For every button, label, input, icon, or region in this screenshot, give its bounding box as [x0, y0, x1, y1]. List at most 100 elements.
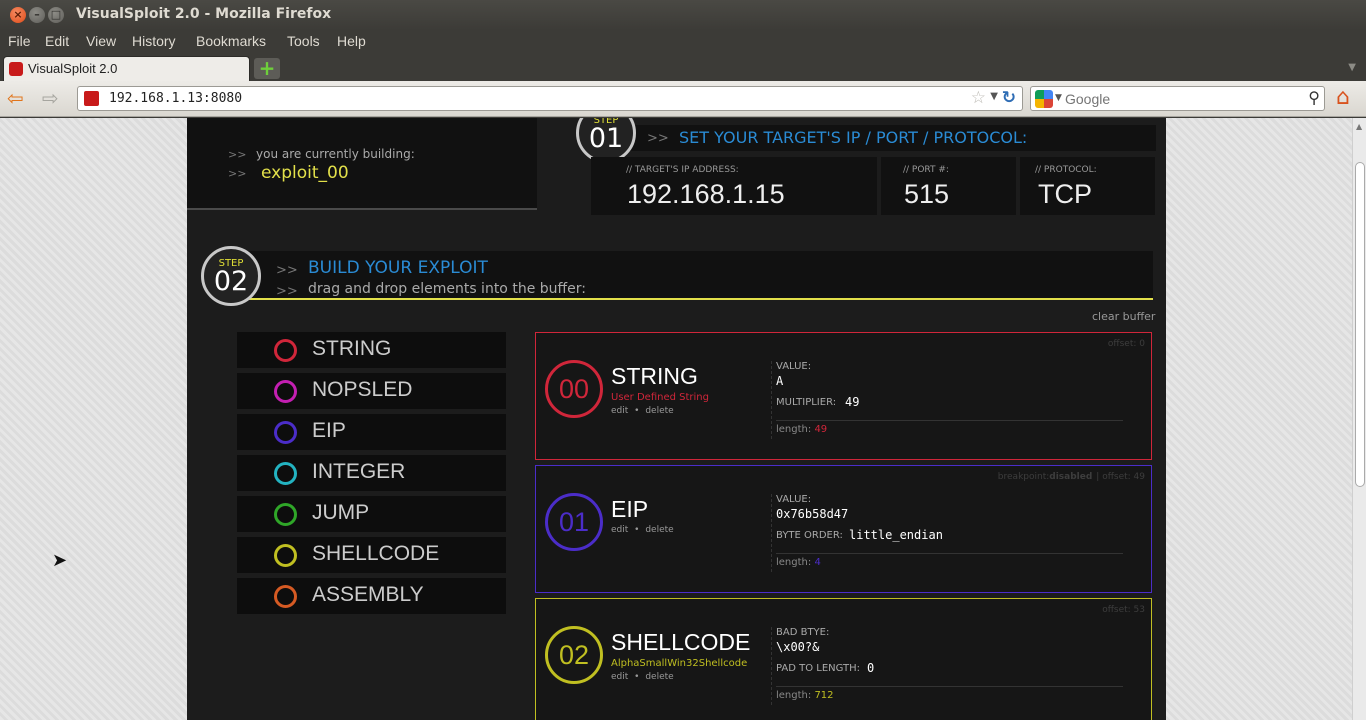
- card-actions: edit • delete: [611, 525, 674, 535]
- target-ip-box[interactable]: // TARGET'S IP ADDRESS: 192.168.1.15: [591, 157, 877, 215]
- step-number: 01: [588, 123, 624, 154]
- string-ring-icon: [274, 339, 297, 362]
- palette-label: ASSEMBLY: [312, 583, 424, 606]
- back-arrow-icon[interactable]: ⇦: [7, 88, 24, 108]
- new-tab-button[interactable]: +: [254, 58, 280, 79]
- page-scrollbar[interactable]: ▲: [1352, 118, 1366, 720]
- palette-label: EIP: [312, 419, 346, 442]
- step1-header: >> SET YOUR TARGET'S IP / PORT / PROTOCO…: [627, 125, 1156, 151]
- chevron-icon: >>: [276, 263, 298, 278]
- engine-dropdown-icon[interactable]: ▼: [1055, 93, 1062, 103]
- bookmark-star-icon[interactable]: ☆: [971, 88, 986, 108]
- card-offset: offset: 53: [1102, 605, 1145, 615]
- search-icon[interactable]: ⚲: [1308, 88, 1320, 107]
- palette-assembly[interactable]: ASSEMBLY: [237, 578, 506, 614]
- length-label: length: 712: [776, 690, 834, 701]
- forward-arrow-icon[interactable]: ⇨: [42, 88, 59, 108]
- edit-link[interactable]: edit: [611, 525, 628, 535]
- palette-eip[interactable]: EIP: [237, 414, 506, 450]
- card-name: SHELLCODE: [611, 629, 751, 655]
- integer-ring-icon: [274, 462, 297, 485]
- google-engine-icon[interactable]: [1035, 90, 1053, 108]
- home-icon[interactable]: ⌂: [1336, 86, 1350, 110]
- card-offset-row: breakpoint:disabled | offset: 49: [998, 472, 1145, 482]
- delete-link[interactable]: delete: [645, 672, 673, 682]
- edit-link[interactable]: edit: [611, 406, 628, 416]
- ip-label: // TARGET'S IP ADDRESS:: [626, 165, 739, 175]
- port-value[interactable]: 515: [904, 179, 949, 210]
- building-label: you are currently building:: [256, 147, 415, 161]
- menu-view[interactable]: View: [86, 33, 116, 49]
- palette-nopsled[interactable]: NOPSLED: [237, 373, 506, 409]
- close-window-button[interactable]: ×: [10, 7, 26, 23]
- card-name: EIP: [611, 496, 649, 522]
- exploit-name[interactable]: exploit_00: [261, 163, 349, 183]
- menu-file[interactable]: File: [8, 33, 31, 49]
- bad-byte-field[interactable]: \x00?&: [776, 640, 819, 654]
- ip-value[interactable]: 192.168.1.15: [627, 179, 785, 210]
- separator: •: [634, 525, 640, 535]
- protocol-value[interactable]: TCP: [1038, 179, 1092, 210]
- menu-edit[interactable]: Edit: [45, 33, 69, 49]
- multiplier-field[interactable]: 49: [845, 395, 859, 409]
- menu-history[interactable]: History: [132, 33, 176, 49]
- length-value: 712: [814, 690, 834, 701]
- field-divider: [776, 553, 1123, 554]
- step2-badge: STEP 02: [201, 246, 261, 306]
- reload-icon[interactable]: ↻: [1002, 88, 1016, 108]
- length-value: 4: [814, 557, 821, 568]
- tab-list-dropdown-icon[interactable]: ▼: [1348, 62, 1356, 73]
- palette-label: SHELLCODE: [312, 542, 440, 565]
- length-label: length: 4: [776, 557, 821, 568]
- menu-help[interactable]: Help: [337, 33, 366, 49]
- palette-label: NOPSLED: [312, 378, 413, 401]
- scroll-thumb[interactable]: [1355, 162, 1365, 487]
- buffer-element-shellcode[interactable]: offset: 53 02 SHELLCODE AlphaSmallWin32S…: [535, 598, 1152, 720]
- shellcode-ring-icon: [274, 544, 297, 567]
- step2-subtitle: drag and drop elements into the buffer:: [308, 281, 586, 297]
- buffer-element-string[interactable]: offset: 0 00 STRING User Defined String …: [535, 332, 1152, 460]
- value-field[interactable]: A: [776, 374, 783, 388]
- byte-order-label: BYTE ORDER:: [776, 530, 843, 541]
- value-field[interactable]: 0x76b58d47: [776, 507, 848, 521]
- tab-visualsploit[interactable]: VisualSploit 2.0: [3, 56, 250, 81]
- byte-order-field[interactable]: little_endian: [849, 528, 943, 542]
- chevron-icon: >>: [228, 148, 247, 161]
- card-divider: [771, 627, 772, 705]
- card-index: 00: [545, 360, 603, 418]
- step-number: 02: [213, 266, 249, 297]
- buffer-element-eip[interactable]: breakpoint:disabled | offset: 49 01 EIP e…: [535, 465, 1152, 593]
- url-text[interactable]: 192.168.1.13:8080: [109, 91, 242, 106]
- search-input[interactable]: [1065, 90, 1295, 108]
- port-box[interactable]: // PORT #: 515: [881, 157, 1016, 215]
- menu-tools[interactable]: Tools: [287, 33, 320, 49]
- pad-length-field[interactable]: 0: [867, 661, 874, 675]
- url-bar[interactable]: 192.168.1.13:8080 ☆ ▼ ↻: [77, 86, 1023, 111]
- menu-bookmarks[interactable]: Bookmarks: [196, 33, 266, 49]
- breakpoint-toggle[interactable]: disabled: [1049, 472, 1092, 482]
- assembly-ring-icon: [274, 585, 297, 608]
- minimize-window-button[interactable]: –: [29, 7, 45, 23]
- palette-integer[interactable]: INTEGER: [237, 455, 506, 491]
- scroll-up-icon[interactable]: ▲: [1356, 122, 1362, 131]
- maximize-window-button[interactable]: □: [48, 7, 64, 23]
- delete-link[interactable]: delete: [645, 406, 673, 416]
- search-bar[interactable]: ▼ ⚲: [1030, 86, 1325, 111]
- protocol-box[interactable]: // PROTOCOL: TCP: [1020, 157, 1155, 215]
- menubar: File Edit View History Bookmarks Tools H…: [0, 30, 1366, 54]
- window-title: VisualSploit 2.0 - Mozilla Firefox: [76, 6, 332, 22]
- url-history-dropdown-icon[interactable]: ▼: [990, 91, 998, 102]
- palette-string[interactable]: STRING: [237, 332, 506, 368]
- card-divider: [771, 361, 772, 439]
- card-divider: [771, 494, 772, 572]
- edit-link[interactable]: edit: [611, 672, 628, 682]
- field-divider: [776, 420, 1123, 421]
- multiplier-label: MULTIPLIER:: [776, 397, 837, 408]
- palette-shellcode[interactable]: SHELLCODE: [237, 537, 506, 573]
- separator: •: [634, 672, 640, 682]
- palette-jump[interactable]: JUMP: [237, 496, 506, 532]
- card-offset: offset: 0: [1107, 339, 1145, 349]
- delete-link[interactable]: delete: [645, 525, 673, 535]
- clear-buffer-link[interactable]: clear buffer: [1092, 310, 1155, 323]
- page-viewport: ➤ >> you are currently building: >> expl…: [0, 118, 1352, 720]
